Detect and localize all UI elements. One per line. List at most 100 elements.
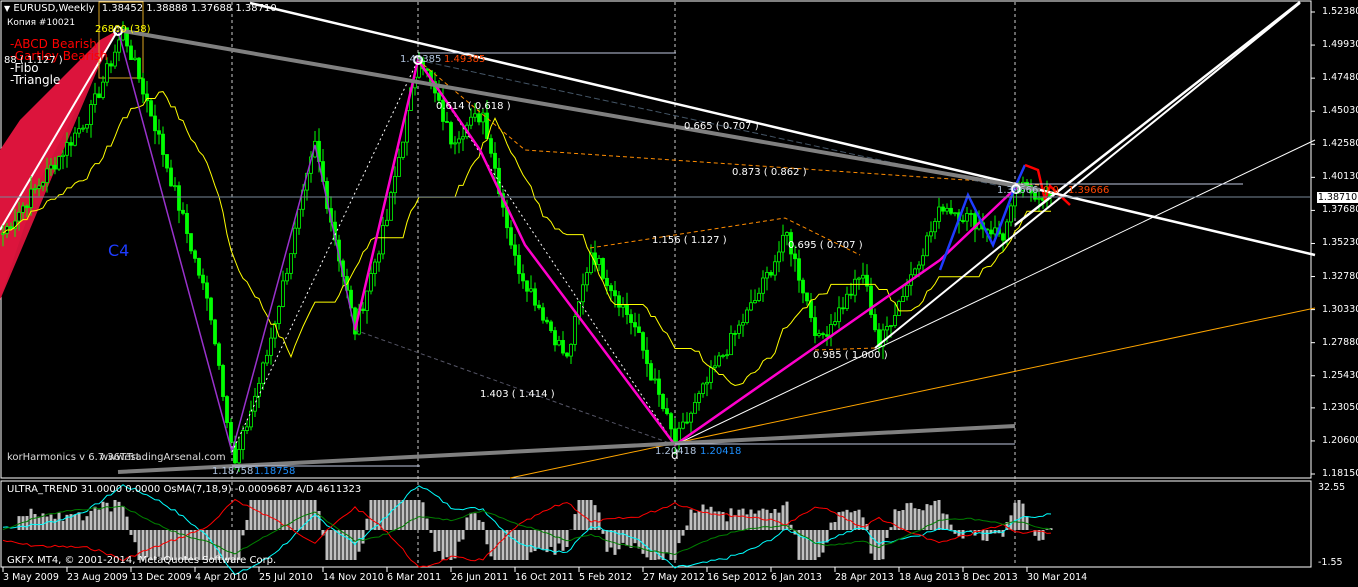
bull-candle <box>37 185 41 189</box>
date-tick-label: 23 Aug 2009 <box>67 572 128 583</box>
osma-bar <box>653 530 657 560</box>
bear-candle <box>733 332 737 335</box>
bear-candle <box>221 365 225 397</box>
bear-candle <box>665 408 669 415</box>
bull-candle <box>921 255 925 266</box>
osma-bar <box>985 530 989 541</box>
osma-bar <box>269 500 273 530</box>
price-tick-label: 1.25430 <box>1322 369 1358 381</box>
price-tick-label: 1.27880 <box>1322 336 1358 348</box>
osma-bar <box>921 510 925 530</box>
bear-candle <box>633 322 637 328</box>
date-tick-label: 18 Aug 2013 <box>899 572 960 583</box>
bear-candle <box>841 307 845 310</box>
point-a-label: a <box>115 25 122 36</box>
bull-candle <box>93 93 97 105</box>
bull-candle <box>77 128 81 134</box>
osma-bar <box>145 530 149 558</box>
price-tick-label: 1.47480 <box>1322 72 1358 84</box>
bull-candle <box>81 127 85 130</box>
osma-bar <box>885 530 889 538</box>
bear-candle <box>601 258 605 279</box>
osma-bar <box>37 516 41 530</box>
osma-bar <box>85 516 89 530</box>
osma-bar <box>633 530 637 544</box>
bull-candle <box>1005 221 1009 241</box>
osma-bar <box>465 517 469 530</box>
high-price-red: 1.49385 <box>444 54 486 65</box>
symbol-header: ▼ EURUSD,Weekly 1.38452 1.38888 1.37688 … <box>4 3 277 15</box>
legend-triangle[interactable]: -Triangle <box>10 74 60 86</box>
date-tick-label: 5 Feb 2012 <box>579 572 633 583</box>
osma-bar <box>893 509 897 530</box>
osma-bar <box>961 530 965 539</box>
bull-candle <box>373 261 377 274</box>
bear-candle <box>849 293 853 296</box>
osma-bar <box>109 511 113 530</box>
osma-bar <box>753 513 757 530</box>
gray-resistance-line <box>117 28 1041 192</box>
bear-candle <box>25 205 29 208</box>
right-zero: 0.0 <box>1043 185 1059 196</box>
bear-candle <box>449 122 453 145</box>
osma-bar <box>433 530 437 552</box>
date-tick-label: 6 Mar 2011 <box>387 572 442 583</box>
indicator-max-label: 32.55 <box>1318 482 1346 493</box>
dropdown-triangle-icon[interactable]: ▼ <box>4 4 10 13</box>
osma-bar <box>125 516 129 530</box>
osma-bar <box>429 530 433 533</box>
osma-bar <box>981 530 985 541</box>
bull-candle <box>61 154 65 158</box>
osma-bar <box>49 514 53 530</box>
bear-candle <box>641 332 645 351</box>
ratio-label: 0.695 ( 0.707 ) <box>788 240 863 251</box>
bull-candle <box>585 272 589 286</box>
osma-bar <box>929 505 933 530</box>
date-tick-label: 25 Jul 2010 <box>259 572 313 583</box>
osma-bar <box>585 500 589 530</box>
osma-bar <box>33 514 37 530</box>
osma-bar <box>485 530 489 545</box>
bull-candle <box>845 293 849 309</box>
price-tick-label: 1.40130 <box>1322 171 1358 183</box>
bull-candle <box>993 227 997 235</box>
white-thin-line <box>674 139 1316 446</box>
bull-candle <box>369 273 373 292</box>
osma-bar <box>393 500 397 530</box>
bull-candle <box>281 280 285 307</box>
bear-candle <box>813 317 817 336</box>
osma-bar <box>389 500 393 530</box>
bull-candle <box>101 81 105 98</box>
bull-candle <box>697 393 701 403</box>
bull-candle <box>297 208 301 229</box>
bull-candle <box>929 231 933 237</box>
bull-candle <box>917 264 921 270</box>
bull-candle <box>265 354 269 364</box>
copy-label: Копия #10021 <box>7 18 76 28</box>
bull-candle <box>901 296 905 302</box>
osma-bar <box>821 530 825 553</box>
osma-bar <box>877 530 881 560</box>
bull-candle <box>89 104 93 125</box>
bear-candle <box>645 349 649 364</box>
date-tick-label: 3 May 2009 <box>3 572 59 583</box>
date-tick-label: 14 Nov 2010 <box>323 572 384 583</box>
bull-candle <box>857 277 861 280</box>
price-tick-label: 1.49930 <box>1322 39 1358 51</box>
bear-candle <box>1001 233 1005 241</box>
bull-candle <box>45 168 49 183</box>
bear-candle <box>181 209 185 214</box>
bear-candle <box>533 288 537 306</box>
osma-bar <box>913 508 917 530</box>
bull-candle <box>293 227 297 255</box>
osma-bar <box>681 530 685 536</box>
bear-candle <box>541 307 545 321</box>
osma-bar <box>133 530 137 543</box>
bull-candle <box>861 274 865 279</box>
bull-candle <box>569 343 573 357</box>
low1-white: 1.18758 <box>212 466 254 477</box>
bull-candle <box>85 124 89 129</box>
bull-candle <box>173 185 177 188</box>
osma-bar <box>725 521 729 530</box>
bull-candle <box>269 337 273 356</box>
